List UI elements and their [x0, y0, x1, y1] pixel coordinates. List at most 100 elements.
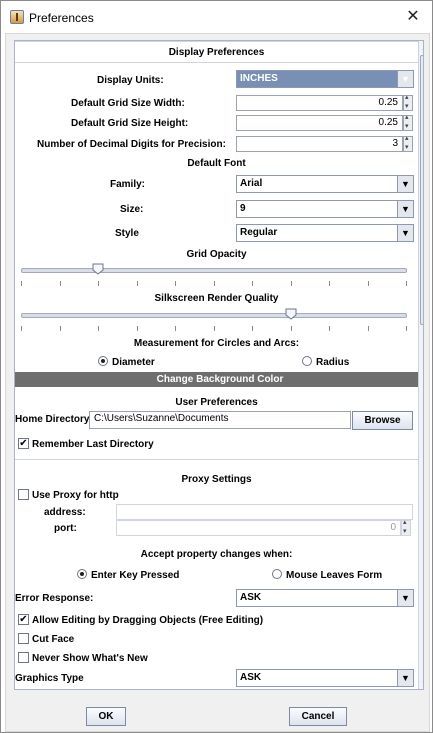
grid-opacity-slider[interactable] — [21, 268, 407, 273]
enter-key-label: Enter Key Pressed — [91, 570, 180, 581]
proxy-address-input[interactable] — [116, 504, 413, 520]
proxy-port-input[interactable]: 0 — [116, 520, 401, 536]
grid-height-spinner[interactable] — [403, 113, 413, 131]
slider-tick — [136, 281, 138, 286]
chevron-down-icon[interactable]: ▼ — [397, 225, 413, 241]
font-style-select[interactable]: Regular ▼ — [236, 224, 414, 242]
graphics-type-select[interactable]: ASK ▼ — [236, 669, 414, 687]
java-cup-icon — [10, 10, 24, 24]
home-directory-input[interactable]: C:\Users\Suzanne\Documents — [89, 411, 351, 429]
title-bar[interactable]: Preferences ✕ — [1, 1, 432, 33]
grid-height-label: Default Grid Size Height: — [71, 118, 189, 129]
measurement-title: Measurement for Circles and Arcs: — [133, 338, 300, 349]
user-section-title: User Preferences — [175, 397, 258, 408]
slider-tick — [329, 326, 330, 331]
font-size-select[interactable]: 9 ▼ — [236, 200, 414, 218]
cancel-button[interactable]: Cancel — [289, 707, 347, 726]
font-size-label: Size: — [120, 204, 144, 215]
grid-opacity-ticks — [21, 281, 407, 287]
slider-tick — [98, 326, 99, 331]
grid-opacity-slider-thumb[interactable] — [92, 263, 104, 275]
use-proxy-checkbox[interactable] — [18, 489, 29, 500]
chevron-down-icon[interactable]: ▼ — [397, 670, 413, 686]
silkscreen-slider[interactable] — [21, 313, 407, 318]
allow-editing-checkbox[interactable]: ✔ — [18, 614, 29, 625]
slider-tick — [59, 281, 61, 286]
slider-tick — [290, 281, 292, 286]
remember-directory-label: Remember Last Directory — [32, 439, 154, 450]
slider-tick — [175, 326, 176, 331]
never-show-checkbox[interactable] — [18, 652, 29, 663]
grid-opacity-title: Grid Opacity — [186, 249, 247, 260]
enter-key-radio[interactable] — [77, 569, 87, 579]
chevron-down-icon[interactable]: ▼ — [397, 590, 413, 606]
ok-button[interactable]: OK — [86, 707, 126, 726]
divider — [15, 459, 423, 460]
font-family-label: Family: — [110, 179, 146, 190]
remember-directory-checkbox[interactable]: ✔ — [18, 438, 29, 449]
font-family-value: Arial — [240, 178, 263, 189]
font-family-select[interactable]: Arial ▼ — [236, 175, 414, 193]
change-background-color-button[interactable]: Change Background Color — [15, 372, 423, 387]
display-section-title: Display Preferences — [168, 47, 265, 58]
proxy-section-title: Proxy Settings — [181, 474, 252, 485]
browse-button[interactable]: Browse — [352, 411, 413, 430]
error-response-select[interactable]: ASK ▼ — [236, 589, 414, 607]
font-style-value: Regular — [240, 227, 278, 238]
font-size-value: 9 — [240, 203, 246, 214]
proxy-address-label: address: — [44, 507, 86, 518]
slider-tick — [59, 326, 61, 331]
display-units-value: INCHES — [240, 73, 278, 84]
diameter-radio[interactable] — [98, 356, 108, 366]
decimal-digits-label: Number of Decimal Digits for Precision: — [37, 139, 226, 150]
silkscreen-slider-thumb[interactable] — [285, 308, 297, 320]
slider-tick — [406, 326, 407, 331]
allow-editing-label: Allow Editing by Dragging Objects (Free … — [32, 615, 264, 626]
slider-tick — [367, 281, 369, 286]
grid-height-input[interactable]: 0.25 — [236, 115, 403, 131]
cut-face-label: Cut Face — [32, 634, 75, 645]
scroll-up-icon[interactable]: ▲ — [420, 42, 423, 54]
chevron-down-icon[interactable]: ▼ — [397, 176, 413, 192]
silkscreen-ticks — [21, 326, 407, 332]
error-response-label: Error Response: — [15, 593, 94, 604]
divider — [15, 41, 423, 42]
mouse-leaves-label: Mouse Leaves Form — [286, 570, 383, 581]
use-proxy-label: Use Proxy for http — [32, 490, 119, 501]
scroll-down-icon[interactable]: ▼ — [420, 678, 423, 689]
graphics-type-value: ASK — [240, 672, 262, 683]
slider-tick — [252, 326, 253, 331]
slider-tick — [329, 281, 330, 286]
display-units-select[interactable]: INCHES ▼ — [236, 70, 414, 88]
grid-width-label: Default Grid Size Width: — [71, 98, 185, 109]
slider-tick — [21, 326, 22, 331]
slider-tick — [252, 281, 253, 286]
dialog-body: Display Preferences Display Units: INCHE… — [5, 33, 430, 732]
grid-width-spinner[interactable] — [403, 93, 413, 111]
proxy-port-spinner[interactable] — [401, 518, 411, 536]
default-font-title: Default Font — [187, 158, 246, 169]
slider-tick — [406, 281, 407, 286]
grid-width-input[interactable]: 0.25 — [236, 95, 403, 111]
radius-label: Radius — [316, 357, 350, 368]
chevron-down-icon[interactable]: ▼ — [397, 71, 413, 87]
home-directory-label: Home Directory: — [15, 414, 93, 425]
accept-changes-title: Accept property changes when: — [140, 549, 293, 560]
silkscreen-title: Silkscreen Render Quality — [154, 293, 279, 304]
close-icon[interactable]: ✕ — [400, 5, 426, 29]
diameter-label: Diameter — [112, 357, 155, 368]
window-title: Preferences — [29, 11, 94, 25]
proxy-port-label: port: — [54, 523, 77, 534]
never-show-label: Never Show What's New — [32, 653, 148, 664]
radius-radio[interactable] — [302, 356, 312, 366]
error-response-value: ASK — [240, 592, 262, 603]
decimal-digits-input[interactable]: 3 — [236, 136, 403, 152]
vertical-scrollbar[interactable]: ▲ ▼ — [418, 41, 423, 689]
decimal-digits-spinner[interactable] — [403, 134, 413, 152]
mouse-leaves-radio[interactable] — [272, 569, 282, 579]
scrollbar-thumb[interactable] — [420, 55, 423, 325]
chevron-down-icon[interactable]: ▼ — [397, 201, 413, 217]
cut-face-checkbox[interactable] — [18, 633, 29, 644]
divider — [15, 62, 423, 63]
slider-tick — [175, 281, 176, 286]
